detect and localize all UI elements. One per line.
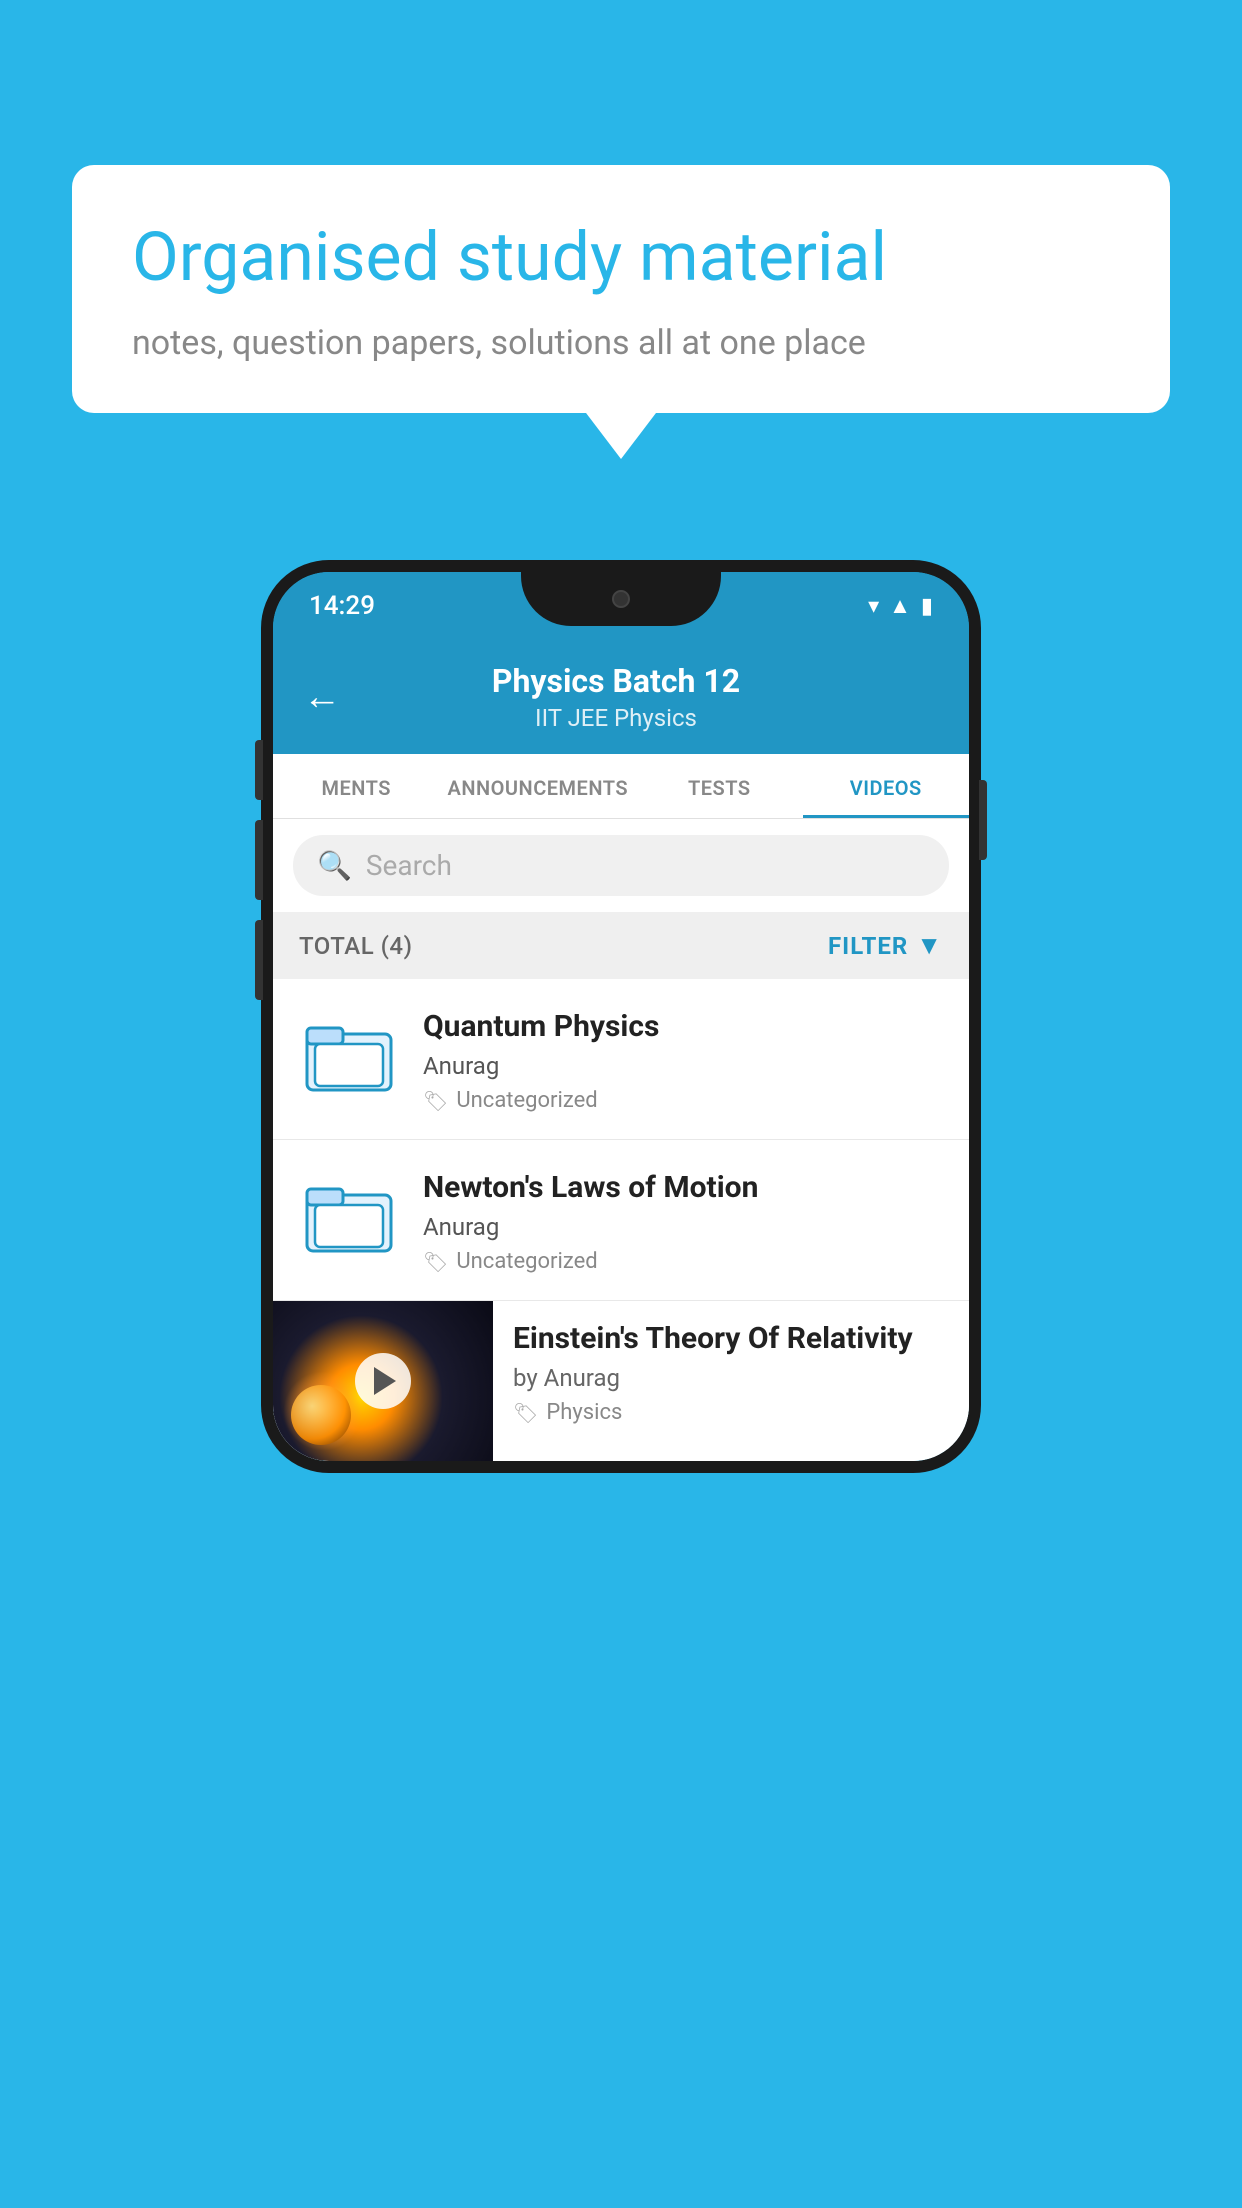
video-title: Newton's Laws of Motion [423,1170,943,1205]
filter-bar: TOTAL (4) FILTER ▼ [273,912,969,979]
tab-ments[interactable]: MENTS [273,754,439,818]
notch [521,572,721,626]
video-tag: 🏷 Uncategorized [423,1088,943,1113]
tag-label: Uncategorized [456,1249,597,1274]
video-list: Quantum Physics Anurag 🏷 Uncategorized [273,979,969,1461]
video-info: Einstein's Theory Of Relativity by Anura… [493,1301,969,1445]
signal-icon: ▲ [889,593,911,619]
video-author: by Anurag [513,1364,949,1392]
tab-tests[interactable]: TESTS [636,754,802,818]
video-author: Anurag [423,1052,943,1080]
video-title: Quantum Physics [423,1009,943,1044]
battery-icon: ▮ [921,594,933,619]
list-item[interactable]: Einstein's Theory Of Relativity by Anura… [273,1301,969,1461]
folder-icon-container [299,1005,399,1105]
video-tag: 🏷 Uncategorized [423,1249,943,1274]
video-author: Anurag [423,1213,943,1241]
status-time: 14:29 [309,591,375,621]
power-button [979,780,987,860]
folder-icon-container [299,1166,399,1266]
filter-label: FILTER [828,932,908,960]
play-button[interactable] [355,1353,411,1409]
folder-icon [305,1177,393,1255]
camera [612,590,630,608]
video-title: Einstein's Theory Of Relativity [513,1321,949,1356]
status-bar: 14:29 ▾ ▲ ▮ [273,572,969,640]
speech-bubble: Organised study material notes, question… [72,165,1170,413]
app-header: ← Physics Batch 12 IIT JEE Physics [273,640,969,754]
total-count: TOTAL (4) [299,932,412,960]
play-icon [374,1367,396,1395]
screen-content: 🔍 Search TOTAL (4) FILTER ▼ [273,819,969,1461]
status-icons: ▾ ▲ ▮ [868,593,933,619]
list-item[interactable]: Quantum Physics Anurag 🏷 Uncategorized [273,979,969,1140]
tag-icon: 🏷 [423,1250,448,1274]
tab-videos[interactable]: VIDEOS [803,754,969,818]
silent-button [255,920,263,1000]
video-info: Newton's Laws of Motion Anurag 🏷 Uncateg… [423,1166,943,1274]
volume-up-button [255,740,263,800]
speech-bubble-container: Organised study material notes, question… [72,165,1170,413]
search-input[interactable]: Search [366,849,452,882]
phone: 14:29 ▾ ▲ ▮ ← Physics Batch 12 IIT JEE P… [261,560,981,1473]
tag-label: Uncategorized [456,1088,597,1113]
tag-icon: 🏷 [513,1401,538,1425]
volume-down-button [255,820,263,900]
filter-button[interactable]: FILTER ▼ [828,930,943,961]
video-thumbnail [273,1301,493,1461]
wifi-icon: ▾ [868,594,879,619]
video-info: Quantum Physics Anurag 🏷 Uncategorized [423,1005,943,1113]
batch-title: Physics Batch 12 [361,662,871,700]
list-item[interactable]: Newton's Laws of Motion Anurag 🏷 Uncateg… [273,1140,969,1301]
folder-icon [305,1016,393,1094]
filter-icon: ▼ [916,930,943,961]
tabs-bar: MENTS ANNOUNCEMENTS TESTS VIDEOS [273,754,969,819]
tab-announcements[interactable]: ANNOUNCEMENTS [439,754,636,818]
search-box[interactable]: 🔍 Search [293,835,949,896]
search-area: 🔍 Search [273,819,969,912]
tag-icon: 🏷 [423,1089,448,1113]
subtext: notes, question papers, solutions all at… [132,323,1110,363]
phone-screen: 14:29 ▾ ▲ ▮ ← Physics Batch 12 IIT JEE P… [261,560,981,1473]
batch-subtitle: IIT JEE Physics [361,704,871,732]
header-title-area: Physics Batch 12 IIT JEE Physics [361,662,871,732]
tag-label: Physics [546,1400,622,1425]
search-icon: 🔍 [317,849,352,882]
headline: Organised study material [132,217,1110,299]
video-tag: 🏷 Physics [513,1400,949,1425]
planet [291,1385,351,1445]
back-button[interactable]: ← [303,675,341,719]
